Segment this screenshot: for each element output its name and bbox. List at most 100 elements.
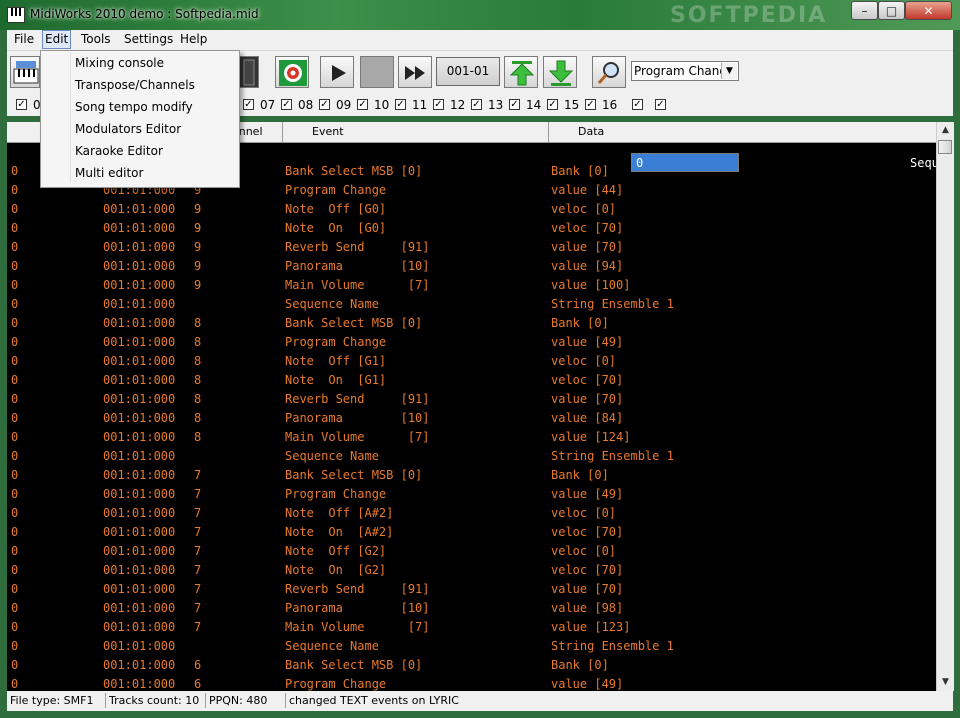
table-row[interactable]: 0 001:01:000 8 Panorama [10] value [84] — [7, 409, 936, 428]
track-checkbox-11[interactable]: ✓ — [395, 99, 406, 110]
cell-time: 001:01:000 — [103, 430, 176, 444]
track-checkbox-12[interactable]: ✓ — [433, 99, 444, 110]
menu-tools[interactable]: Tools — [81, 32, 111, 46]
table-row[interactable]: 0 001:01:000 9 Main Volume [7] value [100] — [7, 276, 936, 295]
cell-track: 0 — [11, 240, 19, 254]
track-checkbox-first[interactable]: ✓ — [16, 99, 27, 110]
record-button[interactable] — [275, 56, 309, 88]
cell-track: 0 — [11, 316, 19, 330]
table-row[interactable]: 0 001:01:000 6 Bank Select MSB [0] Bank [0] — [7, 656, 936, 675]
menu-item-multi-editor[interactable]: Multi editor — [75, 166, 143, 180]
status-ppqn: PPQN: 480 — [205, 693, 267, 708]
table-row[interactable]: 0 001:01:000 7 Note Off [G2] veloc [0] — [7, 542, 936, 561]
track-checkbox-14[interactable]: ✓ — [509, 99, 520, 110]
track-checkbox-13[interactable]: ✓ — [471, 99, 482, 110]
track-checkbox-15[interactable]: ✓ — [547, 99, 558, 110]
header-data[interactable]: Data — [578, 125, 604, 138]
close-button[interactable]: ✕ — [905, 1, 952, 20]
track-checkbox-16[interactable]: ✓ — [585, 99, 596, 110]
chevron-down-icon[interactable]: ▼ — [721, 63, 737, 79]
track-checkbox-07[interactable]: ✓ — [243, 99, 254, 110]
cell-track: 0 — [11, 392, 19, 406]
fast-forward-button[interactable] — [398, 56, 432, 88]
menu-edit[interactable]: Edit — [42, 30, 72, 49]
scroll-up-icon[interactable]: ▲ — [937, 122, 954, 139]
device-button[interactable] — [237, 56, 259, 88]
table-row[interactable]: 0 001:01:000 9 Panorama [10] value [94] — [7, 257, 936, 276]
menu-file[interactable]: File — [14, 32, 34, 46]
cell-channel: 6 — [194, 677, 202, 691]
cell-track: 0 — [11, 259, 19, 273]
table-row[interactable]: 0 001:01:000 7 Main Volume [7] value [123] — [7, 618, 936, 637]
search-button[interactable] — [592, 56, 626, 88]
cell-track: 0 — [11, 297, 19, 311]
move-up-button[interactable] — [504, 56, 538, 88]
table-row[interactable]: 0 001:01:000 8 Main Volume [7] value [124] — [7, 428, 936, 447]
move-down-button[interactable] — [543, 56, 577, 88]
event-filter-select[interactable]: Program Change ▼ — [631, 61, 739, 81]
track-checkbox-09[interactable]: ✓ — [319, 99, 330, 110]
cell-event: Note On [G2] — [285, 563, 387, 577]
table-row[interactable]: 0 001:01:000 7 Panorama [10] value [98] — [7, 599, 936, 618]
cell-time: 001:01:000 — [103, 221, 176, 235]
menu-item-modulators-editor[interactable]: Modulators Editor — [75, 122, 181, 136]
keyboard-button[interactable] — [10, 56, 40, 88]
table-row[interactable]: 0 001:01:000 7 Note On [G2] veloc [70] — [7, 561, 936, 580]
menu-item-karaoke-editor[interactable]: Karaoke Editor — [75, 144, 163, 158]
menu-help[interactable]: Help — [180, 32, 207, 46]
event-grid[interactable]: annel Event Data 0Sequence NameContrabas… — [7, 122, 936, 691]
position-counter[interactable]: 001-01 — [436, 57, 500, 86]
magnifier-icon — [597, 62, 619, 84]
cell-data: value [123] — [551, 620, 631, 634]
table-row[interactable]: 0 001:01:000 9 Reverb Send [91] value [70] — [7, 238, 936, 257]
table-row[interactable]: 0 001:01:000 8 Note On [G1] veloc [70] — [7, 371, 936, 390]
cell-time: 001:01:000 — [103, 677, 176, 691]
cell-track: 0 — [11, 278, 19, 292]
table-row[interactable]: 0 001:01:000 Sequence Name String Ensemble … — [7, 295, 936, 314]
table-row[interactable]: 0 001:01:000 8 Note Off [G1] veloc [0] — [7, 352, 936, 371]
play-button[interactable] — [320, 56, 354, 88]
cell-data: value [84] — [551, 411, 624, 425]
table-row[interactable]: 0 001:01:000 8 Reverb Send [91] value [70] — [7, 390, 936, 409]
table-row[interactable]: 0 001:01:000 9 Note On [G0] veloc [70] — [7, 219, 936, 238]
cell-event: Panorama [10] — [285, 259, 430, 273]
scroll-down-icon[interactable]: ▼ — [937, 674, 954, 691]
table-row[interactable]: 0 001:01:000 7 Program Change value [49] — [7, 485, 936, 504]
maximize-button[interactable]: □ — [878, 1, 905, 20]
table-row[interactable]: 0 001:01:000 8 Program Change value [49] — [7, 333, 936, 352]
table-row[interactable]: 0 001:01:000 6 Program Change value [49] — [7, 675, 936, 691]
cell-data: value [70] — [551, 240, 624, 254]
track-label-13: 13 — [488, 98, 504, 112]
stop-button[interactable] — [360, 56, 394, 88]
menu-settings[interactable]: Settings — [124, 32, 173, 46]
minimize-button[interactable]: – — [851, 1, 878, 20]
menu-item-mixing-console[interactable]: Mixing console — [75, 56, 164, 70]
table-row[interactable]: 0 001:01:000 Sequence Name String Ensemble … — [7, 447, 936, 466]
table-row[interactable]: 0 001:01:000 8 Bank Select MSB [0] Bank [0] — [7, 314, 936, 333]
menu-item-song-tempo-modify[interactable]: Song tempo modify — [75, 100, 193, 114]
cell-data: String Ensemble 1 — [551, 449, 674, 463]
table-row[interactable]: 0 001:01:000 9 Note Off [G0] veloc [0] — [7, 200, 936, 219]
menu-item-transpose-channels[interactable]: Transpose/Channels — [75, 78, 195, 92]
status-file-type: File type: SMF1 — [10, 694, 94, 707]
toggle-checkbox[interactable]: ✓ — [655, 99, 666, 110]
title-bar: MidiWorks 2010 demo : Softpedia.mid SOFT… — [0, 0, 960, 30]
table-row[interactable]: 0 001:01:000 7 Note On [A#2] veloc [70] — [7, 523, 936, 542]
header-event[interactable]: Event — [312, 125, 344, 138]
cell-channel: 9 — [194, 240, 202, 254]
cell-data: String Ensemble 1 — [551, 297, 674, 311]
table-row[interactable]: 0 001:01:000 7 Bank Select MSB [0] Bank [0] — [7, 466, 936, 485]
table-row[interactable]: 0 001:01:000 Sequence Name String Ensemble … — [7, 637, 936, 656]
table-row[interactable]: 0 001:01:000 7 Note Off [A#2] veloc [0] — [7, 504, 936, 523]
cell-event: Note On [A#2] — [285, 525, 394, 539]
track-checkbox-08[interactable]: ✓ — [281, 99, 292, 110]
track-checkbox-10[interactable]: ✓ — [357, 99, 368, 110]
vertical-scrollbar[interactable]: ▲ ▼ — [936, 122, 954, 691]
table-row[interactable]: 0 001:01:000 7 Reverb Send [91] value [70] — [7, 580, 936, 599]
cell-time: 001:01:000 — [103, 506, 176, 520]
cell-time: 001:01:000 — [103, 487, 176, 501]
cell-event: Bank Select MSB [0] — [285, 468, 423, 482]
scroll-thumb[interactable] — [938, 140, 952, 154]
cell-track: 0 — [11, 677, 19, 691]
select-all-checkbox[interactable]: ✓ — [632, 99, 643, 110]
